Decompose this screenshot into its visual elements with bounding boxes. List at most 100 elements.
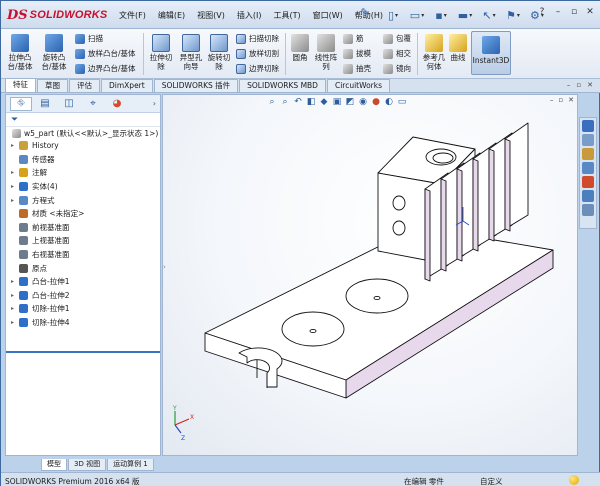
- curves-button[interactable]: 曲线: [447, 34, 469, 62]
- tree-item[interactable]: ▸ 切除-拉伸4: [6, 316, 160, 330]
- print-button[interactable]: ▬ ▾: [453, 6, 477, 24]
- menu-edit[interactable]: 编辑(E): [158, 10, 185, 21]
- home-icon[interactable]: [582, 120, 594, 132]
- help-icon[interactable]: ?: [535, 5, 549, 19]
- close-icon[interactable]: ✕: [583, 5, 597, 19]
- tree-item[interactable]: ▸ 实体(4): [6, 180, 160, 194]
- expand-arrow-icon[interactable]: ▸: [11, 305, 19, 312]
- tab-dimxpert[interactable]: DimXpert: [101, 79, 153, 92]
- boundary-cut-button[interactable]: 边界切除: [236, 62, 279, 75]
- revolve-cut-button[interactable]: 旋转切 除: [205, 34, 233, 71]
- menu-file[interactable]: 文件(F): [119, 10, 146, 21]
- tree-item[interactable]: ▸ 切除-拉伸1: [6, 302, 160, 316]
- expand-arrow-icon[interactable]: ▸: [11, 292, 19, 299]
- shell-button[interactable]: 抽壳: [343, 62, 371, 75]
- custom-properties-icon[interactable]: [582, 190, 594, 202]
- rebuild-status-icon[interactable]: [569, 475, 579, 485]
- tree-item[interactable]: 材质 <未指定>: [6, 207, 160, 221]
- tree-item[interactable]: 传感器: [6, 153, 160, 167]
- part-model[interactable]: Y X Z: [163, 95, 578, 456]
- tab-sketch[interactable]: 草图: [37, 79, 68, 92]
- sweep-button[interactable]: 扫描: [75, 32, 103, 45]
- property-manager-tab[interactable]: ▤: [34, 97, 56, 111]
- close-icon[interactable]: ✕: [587, 81, 593, 89]
- dimxpert-manager-tab[interactable]: ⌖: [82, 97, 104, 111]
- rib-icon: [343, 33, 353, 44]
- rollback-bar[interactable]: [6, 351, 160, 353]
- file-explorer-icon[interactable]: [582, 148, 594, 160]
- rebuild-button[interactable]: ⚑ ▾: [501, 6, 525, 24]
- configuration-manager-tab[interactable]: ◫: [58, 97, 80, 111]
- graphics-area[interactable]: ⌕ ⌕ ↶ ◧ ◆ ▣ ◩ ◉ ● ◐ ▭ – ▫ ✕ › Y X Z: [162, 94, 578, 456]
- extrude-cut-button[interactable]: 拉伸切 除: [147, 34, 175, 71]
- feature-manager-tab[interactable]: ⛗: [10, 96, 32, 111]
- instant3d-label: Instant3D: [472, 56, 510, 65]
- rib-button[interactable]: 筋: [343, 32, 364, 45]
- swept-cut-button[interactable]: 扫描切除: [236, 32, 279, 45]
- units-selector[interactable]: 自定义: [480, 476, 503, 486]
- tab-scroll-arrows[interactable]: [5, 459, 41, 471]
- revolve-boss-button[interactable]: 旋转凸 台/基体: [39, 34, 69, 71]
- restore-icon[interactable]: ▫: [576, 81, 581, 89]
- expand-arrow-icon[interactable]: ▸: [11, 319, 19, 326]
- menu-window[interactable]: 窗口(W): [313, 10, 343, 21]
- minimize-icon[interactable]: –: [551, 5, 565, 19]
- draft-button[interactable]: 拔模: [343, 47, 371, 60]
- minimize-icon[interactable]: –: [567, 81, 571, 89]
- extrude-boss-button[interactable]: 拉伸凸 台/基体: [5, 34, 35, 71]
- lofted-cut-button[interactable]: 放样切割: [236, 47, 279, 60]
- reference-geometry-button[interactable]: 参考几 何体: [421, 34, 447, 71]
- tree-item[interactable]: ▸ 方程式: [6, 193, 160, 207]
- tab-circuitworks[interactable]: CircuitWorks: [326, 79, 391, 92]
- display-manager-tab[interactable]: ◕: [106, 97, 128, 111]
- tree-item[interactable]: 上视基准面: [6, 234, 160, 248]
- appearances-icon[interactable]: [582, 176, 594, 188]
- wrap-button[interactable]: 包覆: [383, 32, 411, 45]
- open-button[interactable]: ▭ ▾: [405, 6, 429, 24]
- view-palette-icon[interactable]: [582, 162, 594, 174]
- pin-icon[interactable]: ✎: [357, 6, 373, 22]
- app-version-text: SOLIDWORKS Premium 2016 x64 版: [5, 477, 140, 486]
- menu-view[interactable]: 视图(V): [197, 10, 225, 21]
- expand-arrow-icon[interactable]: ▸: [11, 278, 19, 285]
- tab-evaluate[interactable]: 评估: [69, 79, 100, 92]
- hole-wizard-button[interactable]: 异型孔 向导: [177, 34, 205, 71]
- tab-model[interactable]: 模型: [41, 459, 67, 471]
- intersect-button[interactable]: 相交: [383, 47, 411, 60]
- tree-item[interactable]: ▸ 注解: [6, 166, 160, 180]
- tab-3d-views[interactable]: 3D 视图: [68, 459, 107, 471]
- tree-item[interactable]: 原点: [6, 261, 160, 275]
- quick-access-toolbar: ▯ ▾ ▭ ▾ ▪ ▾ ▬ ▾ ↖ ▾ ⚑ ▾ ⚙ ▾: [381, 6, 549, 24]
- menu-insert[interactable]: 插入(I): [237, 10, 262, 21]
- expand-arrow-icon[interactable]: ▸: [11, 197, 19, 204]
- menu-tools[interactable]: 工具(T): [273, 10, 300, 21]
- fillet-button[interactable]: 圆角: [289, 34, 311, 62]
- select-button[interactable]: ↖ ▾: [477, 6, 501, 24]
- tree-item[interactable]: 前视基准面: [6, 221, 160, 235]
- expand-arrow-icon[interactable]: ▸: [11, 169, 19, 176]
- save-button[interactable]: ▪ ▾: [429, 6, 453, 24]
- tab-mbd[interactable]: SOLIDWORKS MBD: [239, 79, 326, 92]
- mirror-button[interactable]: 镜向: [383, 62, 411, 75]
- expand-arrow-icon[interactable]: ▸: [11, 183, 19, 190]
- solidworks-logo[interactable]: DS SOLIDWORKS: [7, 7, 107, 23]
- expand-arrow-icon[interactable]: ▸: [11, 142, 19, 149]
- restore-icon[interactable]: ▫: [567, 5, 581, 19]
- tree-filter[interactable]: ⏷: [6, 113, 160, 127]
- tree-item[interactable]: ▸ 凸台-拉伸2: [6, 289, 160, 303]
- panel-scroll-arrow-icon[interactable]: ›: [153, 99, 156, 108]
- part-title-row[interactable]: w5_part (默认<<默认>_显示状态 1>): [6, 127, 160, 139]
- tree-item[interactable]: ▸ History: [6, 139, 160, 153]
- loft-button[interactable]: 放样凸台/基体: [75, 47, 136, 60]
- linear-pattern-button[interactable]: 线性阵 列: [313, 34, 339, 71]
- forum-icon[interactable]: [582, 204, 594, 216]
- new-document-button[interactable]: ▯ ▾: [381, 6, 405, 24]
- tree-item[interactable]: 右视基准面: [6, 248, 160, 262]
- tab-motion-study[interactable]: 运动算例 1: [107, 459, 154, 471]
- tree-item[interactable]: ▸ 凸台-拉伸1: [6, 275, 160, 289]
- design-library-icon[interactable]: [582, 134, 594, 146]
- tab-features[interactable]: 特征: [5, 78, 36, 92]
- tab-addins[interactable]: SOLIDWORKS 插件: [153, 79, 239, 92]
- boundary-boss-button[interactable]: 边界凸台/基体: [75, 62, 136, 75]
- instant3d-button[interactable]: Instant3D: [471, 31, 511, 75]
